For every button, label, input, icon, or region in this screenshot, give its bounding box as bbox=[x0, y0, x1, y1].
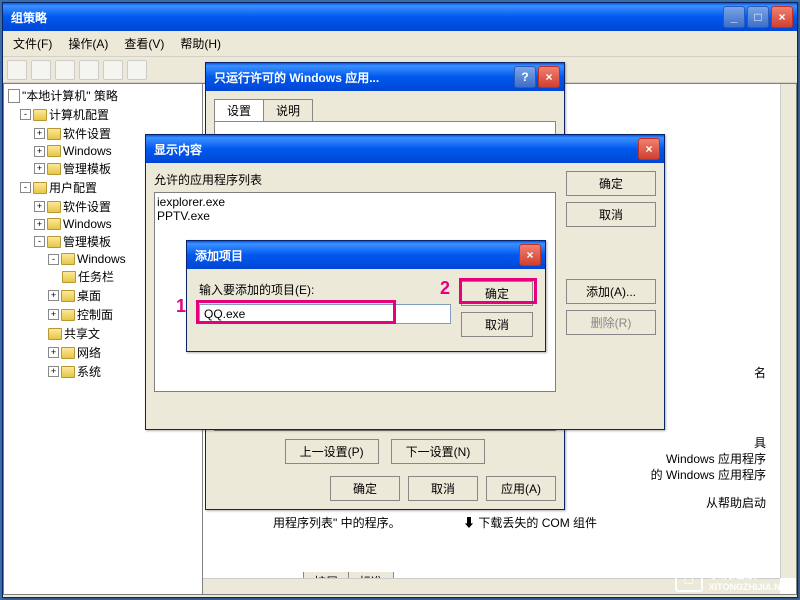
add-title: 添加项目 bbox=[191, 247, 517, 264]
maximize-button[interactable]: □ bbox=[747, 6, 769, 28]
cancel-button[interactable]: 取消 bbox=[461, 312, 533, 337]
collapse-icon[interactable]: - bbox=[20, 109, 31, 120]
list-label: 允许的应用程序列表 bbox=[154, 171, 556, 188]
watermark: ⌂ 系统之家 XITONGZHIJIA.NET bbox=[675, 564, 792, 592]
tab-explain[interactable]: 说明 bbox=[263, 99, 313, 122]
folder-icon bbox=[33, 182, 47, 194]
folder-icon bbox=[47, 128, 61, 140]
minimize-button[interactable]: _ bbox=[723, 6, 745, 28]
back-icon[interactable] bbox=[7, 60, 27, 80]
add-item-input[interactable] bbox=[199, 304, 451, 324]
folder-icon bbox=[47, 145, 61, 157]
content-text: 从帮助启动 bbox=[706, 494, 766, 511]
scrollbar-v[interactable] bbox=[780, 84, 796, 578]
collapse-icon[interactable]: - bbox=[34, 236, 45, 247]
house-icon: ⌂ bbox=[675, 564, 703, 592]
cancel-button[interactable]: 取消 bbox=[566, 202, 656, 227]
menu-action[interactable]: 操作(A) bbox=[62, 33, 114, 54]
tab-setting[interactable]: 设置 bbox=[214, 99, 264, 122]
list-item[interactable]: PPTV.exe bbox=[157, 209, 553, 223]
props-icon[interactable] bbox=[103, 60, 123, 80]
cancel-button[interactable]: 取消 bbox=[408, 476, 478, 501]
prev-setting-button[interactable]: 上一设置(P) bbox=[285, 439, 379, 464]
close-button[interactable]: × bbox=[638, 138, 660, 160]
content-text: 的 Windows 应用程序 bbox=[651, 466, 766, 483]
collapse-icon[interactable]: - bbox=[20, 182, 31, 193]
download-icon: ⬇ bbox=[463, 516, 475, 530]
policy-title: 只运行许可的 Windows 应用... bbox=[210, 69, 512, 86]
ok-button[interactable]: 确定 bbox=[566, 171, 656, 196]
close-button[interactable]: × bbox=[771, 6, 793, 28]
content-text: ⬇ 下载丢失的 COM 组件 bbox=[463, 514, 597, 531]
folder-icon bbox=[61, 253, 75, 265]
input-label: 输入要添加的项目(E): bbox=[199, 281, 451, 298]
close-button[interactable]: × bbox=[538, 66, 560, 88]
menu-view[interactable]: 查看(V) bbox=[118, 33, 170, 54]
add-button[interactable]: 添加(A)... bbox=[566, 279, 656, 304]
folder-icon bbox=[47, 201, 61, 213]
expand-icon[interactable]: + bbox=[34, 163, 45, 174]
expand-icon[interactable]: + bbox=[48, 366, 59, 377]
forward-icon[interactable] bbox=[31, 60, 51, 80]
next-setting-button[interactable]: 下一设置(N) bbox=[391, 439, 486, 464]
show-title: 显示内容 bbox=[150, 141, 636, 158]
policy-icon bbox=[8, 89, 20, 103]
content-text: Windows 应用程序 bbox=[666, 450, 766, 467]
folder-icon bbox=[61, 347, 75, 359]
policy-titlebar: 只运行许可的 Windows 应用... ? × bbox=[206, 63, 564, 91]
collapse-icon[interactable]: - bbox=[48, 254, 59, 265]
show-titlebar: 显示内容 × bbox=[146, 135, 664, 163]
folder-icon bbox=[48, 328, 62, 340]
add-titlebar: 添加项目 × bbox=[187, 241, 545, 269]
content-text: 用程序列表" 中的程序。 bbox=[273, 514, 443, 531]
folder-icon bbox=[61, 366, 75, 378]
refresh-icon[interactable] bbox=[79, 60, 99, 80]
expand-icon[interactable]: + bbox=[34, 146, 45, 157]
folder-icon bbox=[47, 218, 61, 230]
menu-file[interactable]: 文件(F) bbox=[7, 33, 58, 54]
main-title: 组策略 bbox=[7, 9, 721, 26]
list-item[interactable]: iexplorer.exe bbox=[157, 195, 553, 209]
help-icon[interactable] bbox=[127, 60, 147, 80]
expand-icon[interactable]: + bbox=[34, 201, 45, 212]
expand-icon[interactable]: + bbox=[34, 219, 45, 230]
tree-computer-config[interactable]: -计算机配置 bbox=[6, 105, 200, 124]
close-button[interactable]: × bbox=[519, 244, 541, 266]
main-titlebar: 组策略 _ □ × bbox=[3, 3, 797, 31]
up-icon[interactable] bbox=[55, 60, 75, 80]
add-item-dialog: 添加项目 × 输入要添加的项目(E): 确定 取消 bbox=[186, 240, 546, 352]
folder-icon bbox=[33, 109, 47, 121]
ok-button[interactable]: 确定 bbox=[461, 281, 533, 306]
ok-button[interactable]: 确定 bbox=[330, 476, 400, 501]
folder-icon bbox=[47, 163, 61, 175]
apply-button[interactable]: 应用(A) bbox=[486, 476, 556, 501]
expand-icon[interactable]: + bbox=[34, 128, 45, 139]
content-text: 名 bbox=[754, 364, 766, 381]
folder-icon bbox=[62, 271, 76, 283]
folder-icon bbox=[61, 290, 75, 302]
menubar: 文件(F) 操作(A) 查看(V) 帮助(H) bbox=[3, 31, 797, 57]
content-text: 具 bbox=[754, 434, 766, 451]
expand-icon[interactable]: + bbox=[48, 309, 59, 320]
folder-icon bbox=[47, 236, 61, 248]
tree-root[interactable]: "本地计算机" 策略 bbox=[6, 86, 200, 105]
remove-button[interactable]: 删除(R) bbox=[566, 310, 656, 335]
folder-icon bbox=[61, 309, 75, 321]
menu-help[interactable]: 帮助(H) bbox=[174, 33, 227, 54]
expand-icon[interactable]: + bbox=[48, 290, 59, 301]
expand-icon[interactable]: + bbox=[48, 347, 59, 358]
help-button[interactable]: ? bbox=[514, 66, 536, 88]
dialog-tabs: 设置 说明 bbox=[214, 99, 556, 122]
